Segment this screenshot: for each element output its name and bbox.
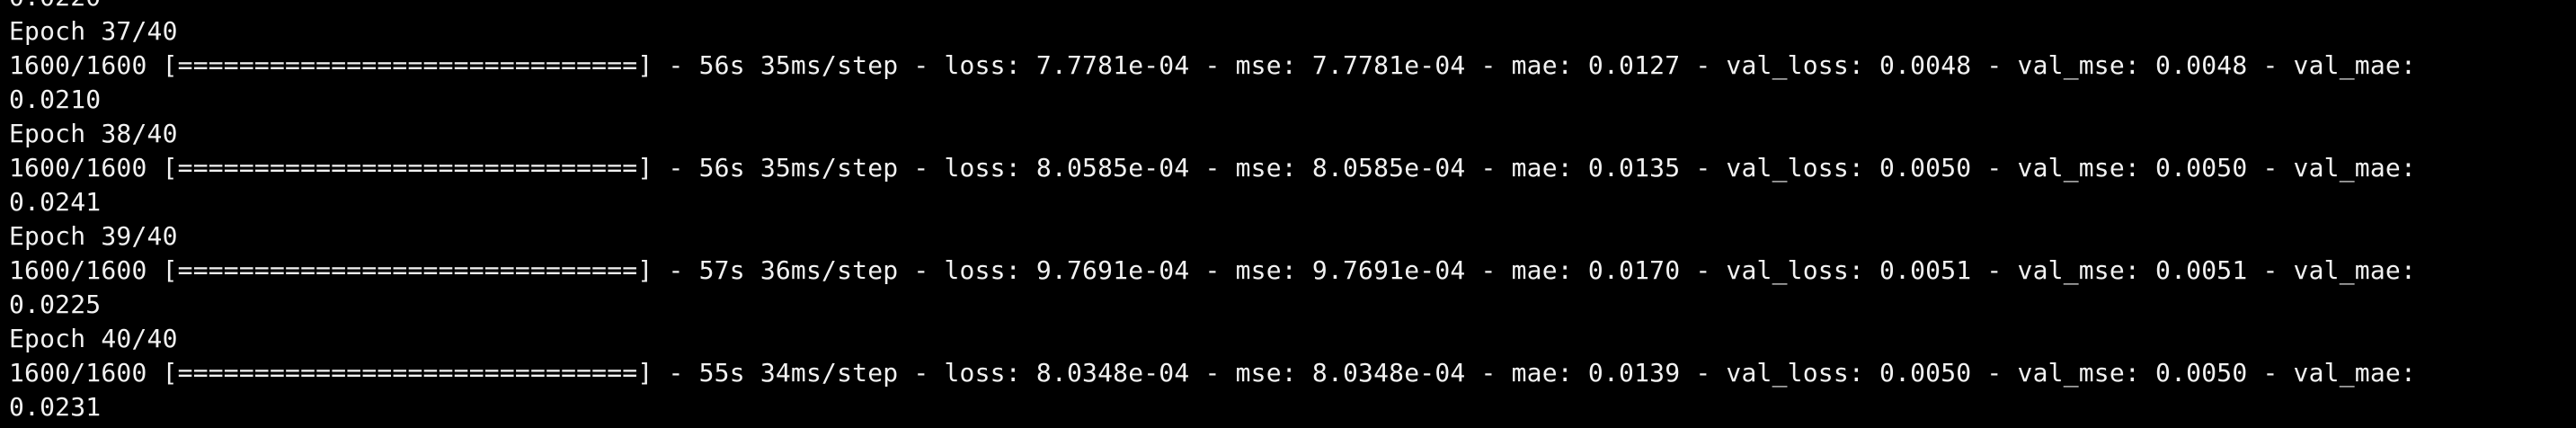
terminal-line-epoch: Epoch 38/40 [9,119,178,148]
terminal-line-epoch: Epoch 37/40 [9,16,178,46]
terminal-line-val-mae: 0.0210 [9,85,102,114]
terminal-line-epoch: Epoch 39/40 [9,221,178,251]
terminal-line-progress: 1600/1600 [=============================… [9,50,2417,80]
terminal-line-val-mae: 0.0231 [9,392,102,422]
terminal-line-progress: 1600/1600 [=============================… [9,255,2417,285]
terminal-line-progress: 1600/1600 [=============================… [9,153,2417,183]
terminal-line-progress: 1600/1600 [=============================… [9,358,2417,388]
terminal-line-epoch: Epoch 40/40 [9,324,178,353]
terminal-output[interactable]: 0.0220 Epoch 37/40 1600/1600 [==========… [0,0,2576,428]
terminal-line-val-mae: 0.0241 [9,187,102,217]
terminal-lines: 0.0220 Epoch 37/40 1600/1600 [==========… [9,0,2576,424]
terminal-line-val-mae: 0.0225 [9,290,102,319]
terminal-line-partial-value: 0.0220 [9,0,2576,14]
